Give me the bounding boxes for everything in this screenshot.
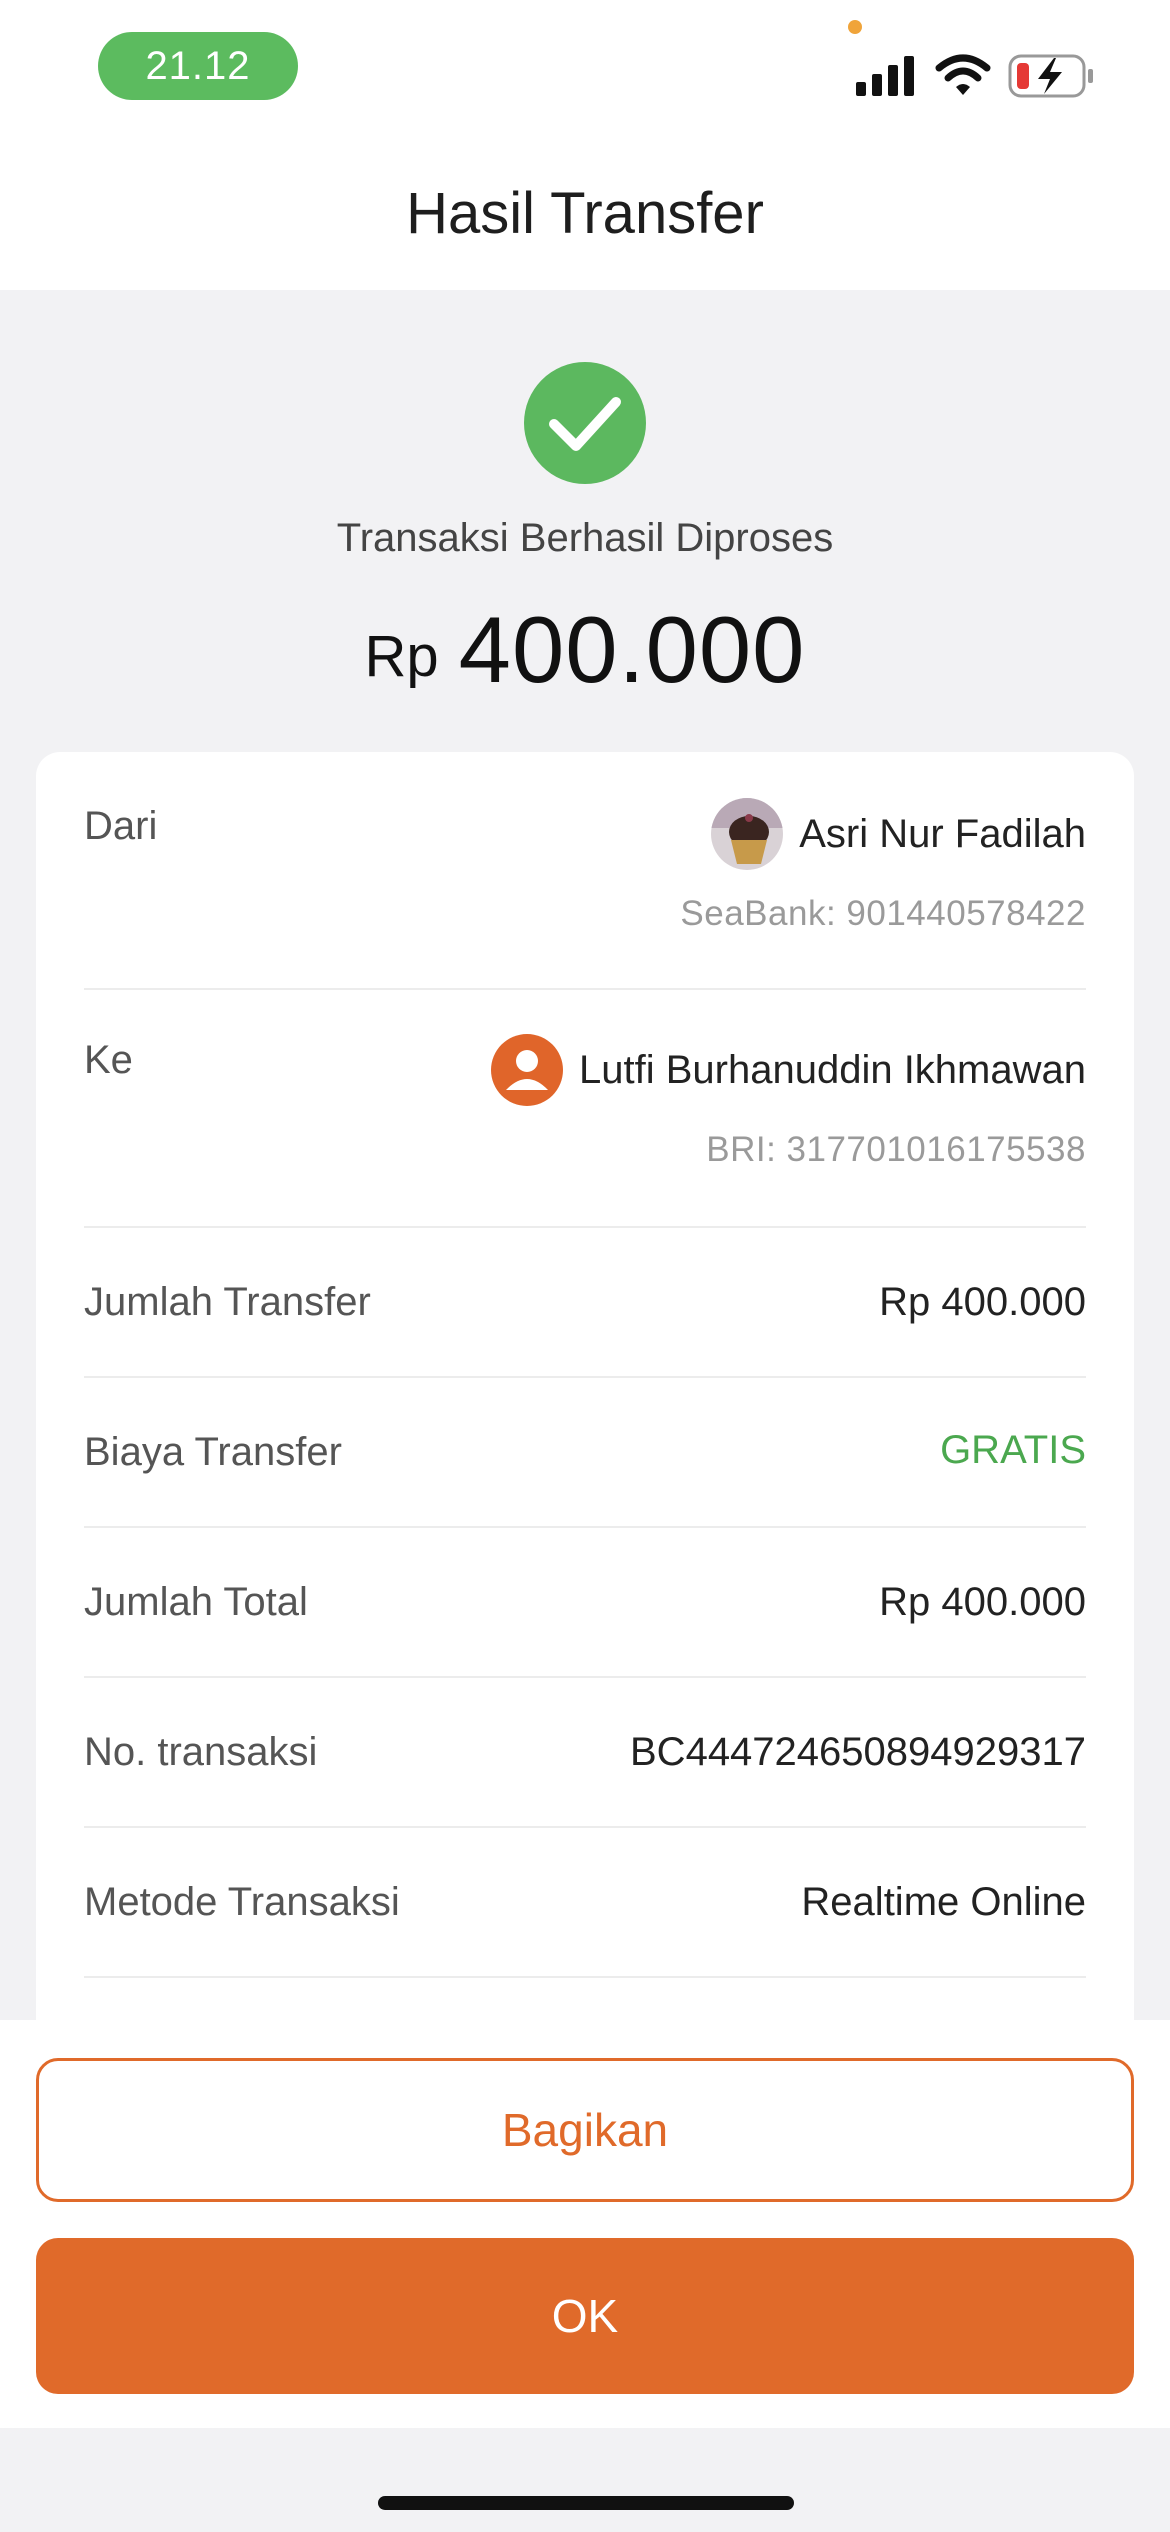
bottom-action-bar: Bagikan OK: [0, 2020, 1170, 2428]
transfer-amount: Rp 400.000: [0, 596, 1170, 704]
app-header: Hasil Transfer: [0, 140, 1170, 290]
from-label: Dari: [84, 804, 158, 848]
to-label: Ke: [84, 1038, 133, 1082]
transfer-details-card: Dari Asri Nur Fadilah SeaBank: 901440578…: [36, 752, 1134, 2092]
amount-currency: Rp: [364, 624, 439, 689]
default-user-icon: [491, 1034, 563, 1106]
page-title: Hasil Transfer: [406, 181, 764, 246]
amount-value: 400.000: [458, 597, 806, 702]
battery-charging-icon: [1008, 54, 1093, 98]
detail-row-from: Dari Asri Nur Fadilah SeaBank: 901440578…: [84, 752, 1086, 990]
detail-row-total: Jumlah Total Rp 400.000: [84, 1528, 1086, 1678]
status-bar: 21.12: [0, 0, 1170, 140]
detail-row-transaction-number: No. transaksi BC444724650894929317: [84, 1678, 1086, 1828]
share-button[interactable]: Bagikan: [36, 2058, 1134, 2202]
row-label: Biaya Transfer: [84, 1430, 342, 1474]
home-indicator-area: [0, 2428, 1170, 2532]
privacy-indicator-dot: [848, 20, 862, 34]
row-label: Jumlah Transfer: [84, 1280, 371, 1324]
signal-icon: [856, 56, 914, 96]
home-indicator[interactable]: [378, 2496, 794, 2510]
fee-free-badge: GRATIS: [940, 1428, 1086, 1472]
row-value: Realtime Online: [801, 1880, 1086, 1924]
transaction-status-text: Transaksi Berhasil Diproses: [336, 516, 834, 560]
recipient-account: BRI: 317701016175538: [706, 1130, 1086, 1169]
wifi-icon: [935, 54, 991, 95]
from-person: Asri Nur Fadilah: [711, 798, 1086, 870]
row-label: Metode Transaksi: [84, 1880, 400, 1924]
row-label: No. transaksi: [84, 1730, 318, 1774]
sender-name: Asri Nur Fadilah: [799, 811, 1086, 856]
check-circle-icon: [524, 362, 646, 484]
detail-row-transfer-amount: Jumlah Transfer Rp 400.000: [84, 1228, 1086, 1378]
row-value: Rp 400.000: [879, 1280, 1086, 1324]
detail-row-to: Ke Lutfi Burhanuddin Ikhmawan BRI: 31770…: [84, 990, 1086, 1228]
row-value: Rp 400.000: [879, 1580, 1086, 1624]
status-time: 21.12: [98, 32, 298, 100]
sender-account: SeaBank: 901440578422: [680, 894, 1086, 933]
to-person: Lutfi Burhanuddin Ikhmawan: [491, 1034, 1086, 1106]
recipient-name: Lutfi Burhanuddin Ikhmawan: [579, 1047, 1086, 1092]
sender-avatar: [711, 798, 784, 870]
detail-row-transfer-fee: Biaya Transfer GRATIS: [84, 1378, 1086, 1528]
row-value: BC444724650894929317: [630, 1730, 1086, 1774]
ok-button[interactable]: OK: [36, 2238, 1134, 2394]
row-label: Jumlah Total: [84, 1580, 308, 1624]
detail-row-method: Metode Transaksi Realtime Online: [84, 1828, 1086, 1978]
